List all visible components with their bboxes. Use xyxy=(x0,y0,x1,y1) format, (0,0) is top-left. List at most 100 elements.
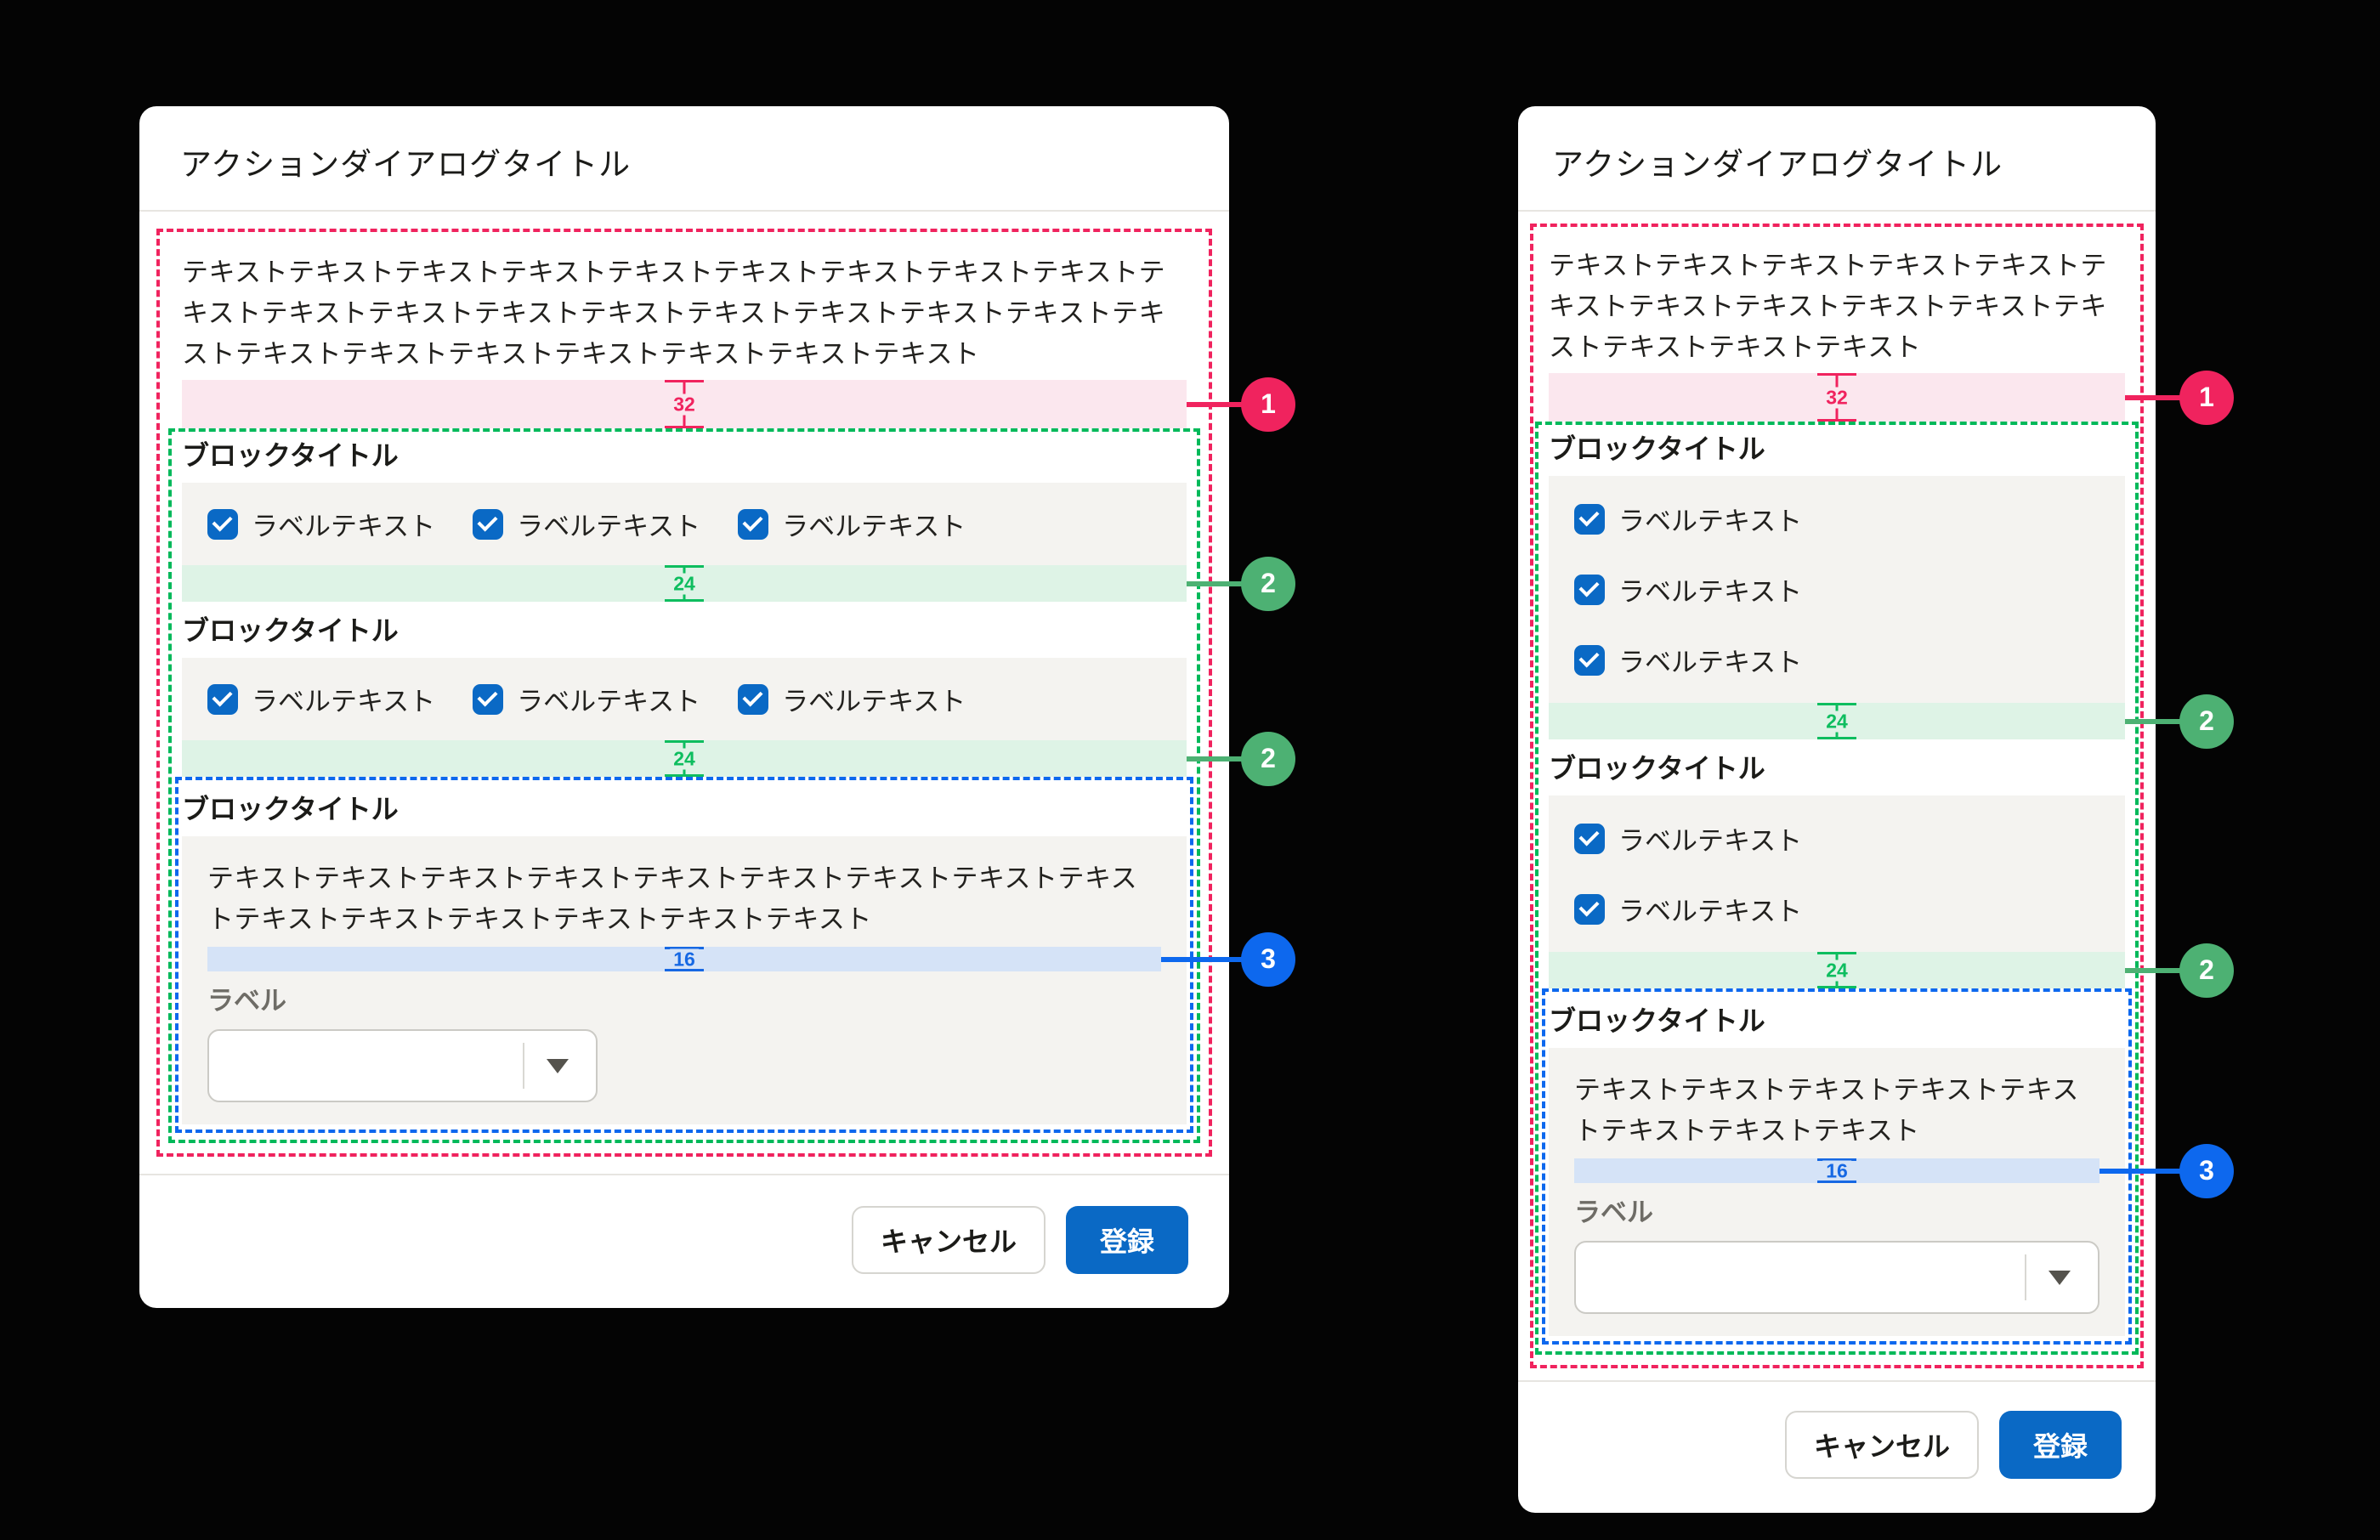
cancel-button[interactable]: キャンセル xyxy=(852,1206,1046,1274)
checkbox-checked-icon[interactable] xyxy=(1574,575,1605,605)
checkbox-checked-icon[interactable] xyxy=(738,509,768,540)
intro-text-line: ストテキストテキストテキストテキストテキストテキストテキスト xyxy=(182,334,1187,375)
block-title: ブロックタイトル xyxy=(1549,1000,2125,1041)
intro-text-line: キストテキストテキストテキストテキストテキ xyxy=(1549,286,2125,327)
block3-text-line: テキストテキストテキストテキストテキス xyxy=(1574,1070,2100,1111)
checkbox-option[interactable]: ラベルテキスト xyxy=(207,680,435,718)
annotation-badge-3: 3 xyxy=(1241,932,1295,987)
checkbox-checked-icon[interactable] xyxy=(1574,645,1605,676)
checkbox-option[interactable]: ラベルテキスト xyxy=(738,680,966,718)
dialog-title: アクションダイアログタイトル xyxy=(1552,139,2122,184)
block3-annotation-outline: ブロックタイトル テキストテキストテキストテキストテキストテキストテキストテキス… xyxy=(175,777,1193,1133)
dialog-footer: キャンセル 登録 xyxy=(139,1174,1229,1308)
checkbox-option[interactable]: ラベルテキスト xyxy=(207,505,435,543)
select-dropdown[interactable] xyxy=(1574,1241,2100,1314)
checkbox-option[interactable]: ラベルテキスト xyxy=(1574,819,2100,858)
checkbox-checked-icon[interactable] xyxy=(207,509,238,540)
measure-value: 24 xyxy=(1822,711,1851,732)
annotation-connector xyxy=(2125,395,2184,400)
checkbox-group: ラベルテキスト ラベルテキスト xyxy=(1549,795,2125,952)
annotation-connector xyxy=(1187,756,1246,762)
annotation-badge-2: 2 xyxy=(1241,732,1295,786)
measure-cap xyxy=(1817,1180,1856,1183)
annotation-connector xyxy=(1161,957,1246,962)
checkbox-label: ラベルテキスト xyxy=(517,680,700,718)
checkbox-option[interactable]: ラベルテキスト xyxy=(473,680,700,718)
measure-value: 16 xyxy=(670,948,699,970)
block-title: ブロックタイトル xyxy=(1549,428,2125,469)
checkbox-checked-icon[interactable] xyxy=(1574,894,1605,925)
checkbox-label: ラベルテキスト xyxy=(782,680,966,718)
annotation-connector xyxy=(2100,1169,2184,1174)
spacing-band-24: 24 2 xyxy=(1549,952,2125,988)
measure-cap xyxy=(665,426,704,428)
checkbox-checked-icon[interactable] xyxy=(1574,824,1605,854)
checkbox-group: ラベルテキスト ラベルテキスト ラベルテキスト xyxy=(182,658,1187,740)
intro-text-line: テキストテキストテキストテキストテキストテ xyxy=(1549,246,2125,286)
select-field-label: ラベル xyxy=(207,983,1161,1019)
block3-content: テキストテキストテキストテキストテキストテキストテキストテキストテキス トテキス… xyxy=(182,836,1187,1124)
measure-cap xyxy=(665,969,704,971)
cancel-button[interactable]: キャンセル xyxy=(1785,1411,1979,1479)
block3-text-line: テキストテキストテキストテキストテキストテキストテキストテキストテキス xyxy=(207,858,1161,899)
blocks-annotation-outline: ブロックタイトル ラベルテキスト ラベルテキスト ラベルテキスト xyxy=(1535,422,2139,1355)
checkbox-label: ラベルテキスト xyxy=(252,505,435,543)
measure-cap xyxy=(1817,986,1856,988)
checkbox-checked-icon[interactable] xyxy=(473,509,503,540)
select-field-label: ラベル xyxy=(1574,1195,2100,1231)
chevron-down-icon xyxy=(547,1059,569,1073)
block3-text-line: トテキストテキストテキスト xyxy=(1574,1111,2100,1152)
checkbox-label: ラベルテキスト xyxy=(1618,570,1802,609)
blocks-annotation-outline: ブロックタイトル ラベルテキスト ラベルテキスト ラベルテキスト xyxy=(168,428,1200,1143)
checkbox-option[interactable]: ラベルテキスト xyxy=(1574,641,2100,679)
measure-value: 32 xyxy=(670,393,699,415)
block3-content: テキストテキストテキストテキストテキス トテキストテキストテキスト 16 3 ラ… xyxy=(1549,1048,2125,1336)
spacing-band-24: 24 2 xyxy=(1549,703,2125,739)
dialog-header: アクションダイアログタイトル xyxy=(1518,106,2156,212)
spacing-band-16: 16 3 xyxy=(207,947,1161,971)
measure-cap xyxy=(1817,419,1856,422)
annotation-badge-2: 2 xyxy=(2179,694,2234,749)
intro-text-line: テキストテキストテキストテキストテキストテキストテキストテキストテキストテ xyxy=(182,252,1187,293)
chevron-down-icon xyxy=(2048,1271,2071,1285)
submit-button[interactable]: 登録 xyxy=(1999,1411,2122,1479)
checkbox-group: ラベルテキスト ラベルテキスト ラベルテキスト xyxy=(1549,476,2125,703)
block3-text-line: トテキストテキストテキストテキストテキストテキスト xyxy=(207,899,1161,940)
spacing-band-32: 32 1 xyxy=(1549,373,2125,422)
measure-cap xyxy=(665,774,704,777)
checkbox-option[interactable]: ラベルテキスト xyxy=(1574,890,2100,928)
action-dialog-desktop: アクションダイアログタイトル テキストテキストテキストテキストテキストテキストテ… xyxy=(139,106,1229,1308)
spacing-band-24: 24 2 xyxy=(182,740,1187,777)
checkbox-checked-icon[interactable] xyxy=(207,684,238,715)
checkbox-checked-icon[interactable] xyxy=(473,684,503,715)
checkbox-label: ラベルテキスト xyxy=(1618,641,1802,679)
checkbox-label: ラベルテキスト xyxy=(1618,819,1802,858)
measure-value: 16 xyxy=(1822,1160,1851,1181)
checkbox-label: ラベルテキスト xyxy=(782,505,966,543)
submit-button[interactable]: 登録 xyxy=(1066,1206,1188,1274)
select-dropdown[interactable] xyxy=(207,1029,598,1102)
checkbox-option[interactable]: ラベルテキスト xyxy=(738,505,966,543)
measure-value: 24 xyxy=(670,748,699,769)
dialog-title: アクションダイアログタイトル xyxy=(180,139,1188,184)
checkbox-option[interactable]: ラベルテキスト xyxy=(1574,570,2100,609)
block3-annotation-outline: ブロックタイトル テキストテキストテキストテキストテキス トテキストテキストテキ… xyxy=(1542,988,2132,1345)
dialog-body: テキストテキストテキストテキストテキストテ キストテキストテキストテキストテキス… xyxy=(1518,212,2156,1380)
dialog-body: テキストテキストテキストテキストテキストテキストテキストテキストテキストテ キス… xyxy=(139,212,1229,1174)
checkbox-group: ラベルテキスト ラベルテキスト ラベルテキスト xyxy=(182,483,1187,565)
dialog-footer: キャンセル 登録 xyxy=(1518,1380,2156,1513)
checkbox-label: ラベルテキスト xyxy=(517,505,700,543)
annotation-badge-2: 2 xyxy=(1241,557,1295,611)
checkbox-option[interactable]: ラベルテキスト xyxy=(473,505,700,543)
checkbox-checked-icon[interactable] xyxy=(738,684,768,715)
checkbox-label: ラベルテキスト xyxy=(1618,890,1802,928)
annotation-connector xyxy=(1187,402,1246,407)
checkbox-label: ラベルテキスト xyxy=(252,680,435,718)
content-annotation-outline: テキストテキストテキストテキストテキストテキストテキストテキストテキストテ キス… xyxy=(156,229,1212,1157)
block-title: ブロックタイトル xyxy=(182,789,1187,829)
content-annotation-outline: テキストテキストテキストテキストテキストテ キストテキストテキストテキストテキス… xyxy=(1530,224,2144,1368)
select-divider xyxy=(523,1043,524,1089)
checkbox-option[interactable]: ラベルテキスト xyxy=(1574,500,2100,538)
checkbox-checked-icon[interactable] xyxy=(1574,504,1605,535)
spacing-band-24: 24 2 xyxy=(182,565,1187,602)
